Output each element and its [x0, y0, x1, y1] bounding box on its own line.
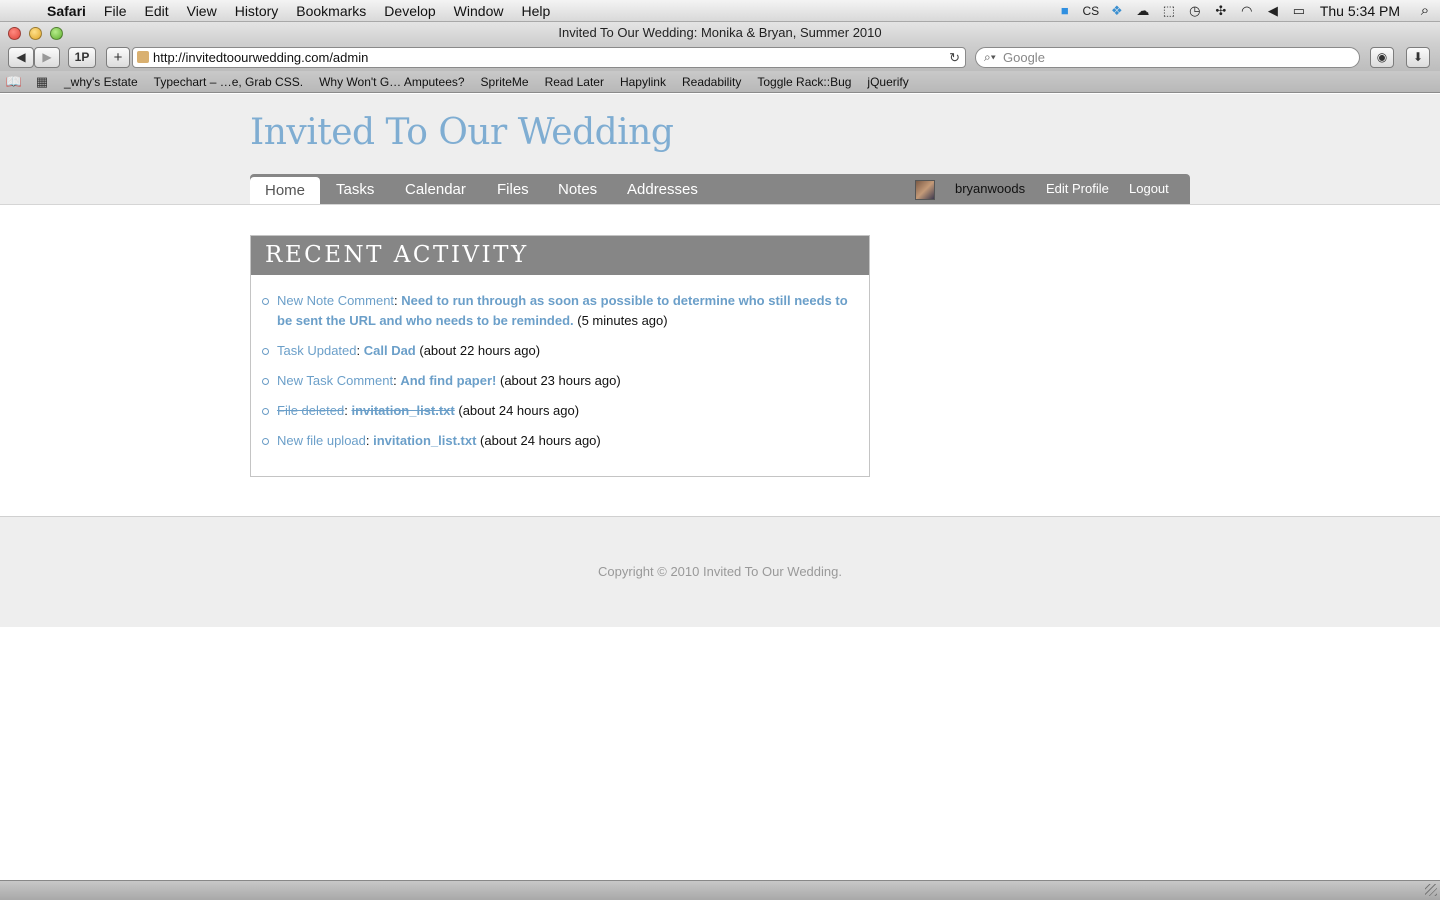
- edit-profile-link[interactable]: Edit Profile: [1046, 174, 1109, 204]
- tab-notes[interactable]: Notes: [543, 174, 612, 204]
- menu-app-safari[interactable]: Safari: [38, 3, 95, 19]
- activity-target-link[interactable]: invitation_list.txt: [373, 433, 476, 448]
- logout-link[interactable]: Logout: [1129, 174, 1169, 204]
- menu-file[interactable]: File: [95, 3, 136, 19]
- activity-target-link[interactable]: Call Dad: [364, 343, 416, 358]
- site-header: Invited To Our Wedding Home Tasks Calend…: [0, 94, 1440, 205]
- activity-list: New Note Comment: Need to run through as…: [251, 275, 869, 451]
- activity-type-link[interactable]: New Task Comment: [277, 373, 393, 388]
- bluetooth-icon[interactable]: ✣: [1208, 3, 1234, 19]
- menu-edit[interactable]: Edit: [135, 3, 177, 19]
- time-machine-icon[interactable]: ◷: [1182, 3, 1208, 19]
- window-titlebar: Invited To Our Wedding: Monika & Bryan, …: [0, 22, 1440, 44]
- search-icon: ⌕▾: [984, 50, 996, 64]
- bookmark-item[interactable]: jQuerify: [859, 75, 916, 89]
- tab-calendar[interactable]: Calendar: [390, 174, 481, 204]
- menu-help[interactable]: Help: [512, 3, 559, 19]
- resize-grip-icon[interactable]: [1425, 884, 1437, 896]
- onepassword-button[interactable]: 1P: [68, 47, 96, 68]
- volume-icon[interactable]: ◀: [1260, 3, 1286, 19]
- page-menu-icon[interactable]: ◉: [1370, 47, 1394, 68]
- browser-toolbar: ◀ ▶ 1P + http://invitedtoourwedding.com/…: [0, 44, 1440, 71]
- web-page: Invited To Our Wedding Home Tasks Calend…: [0, 94, 1440, 880]
- avatar[interactable]: [915, 180, 935, 200]
- activity-time: (about 24 hours ago): [458, 403, 580, 418]
- activity-time: (5 minutes ago): [577, 313, 668, 328]
- cs-icon[interactable]: CS: [1078, 4, 1104, 18]
- forward-button[interactable]: ▶: [34, 47, 60, 68]
- wifi-icon[interactable]: ◠: [1234, 3, 1260, 19]
- battery-icon[interactable]: ▭: [1286, 3, 1312, 19]
- screen-icon[interactable]: ⬚: [1156, 3, 1182, 19]
- top-sites-icon[interactable]: ▦: [28, 74, 56, 90]
- bookmark-item[interactable]: SpriteMe: [473, 75, 537, 89]
- main-nav: Home Tasks Calendar Files Notes Addresse…: [250, 174, 1190, 204]
- bookmark-item[interactable]: _why's Estate: [56, 75, 146, 89]
- zoom-window-button[interactable]: [50, 27, 63, 40]
- reload-icon[interactable]: ↻: [949, 48, 960, 67]
- recent-activity-heading: RECENT ACTIVITY: [251, 236, 869, 275]
- spotlight-search-icon[interactable]: ⌕: [1410, 2, 1440, 19]
- menu-clock[interactable]: Thu 5:34 PM: [1312, 3, 1410, 19]
- address-url: http://invitedtoourwedding.com/admin: [153, 50, 369, 65]
- list-item: File deleted: invitation_list.txt (about…: [262, 401, 849, 421]
- menu-history[interactable]: History: [226, 3, 288, 19]
- menu-bar: Safari File Edit View History Bookmarks …: [0, 0, 1440, 22]
- tab-tasks[interactable]: Tasks: [321, 174, 389, 204]
- activity-target-link[interactable]: And find paper!: [400, 373, 496, 388]
- recent-activity-panel: RECENT ACTIVITY New Note Comment: Need t…: [250, 235, 870, 477]
- window-title: Invited To Our Wedding: Monika & Bryan, …: [558, 25, 882, 40]
- close-window-button[interactable]: [8, 27, 21, 40]
- bookmark-item[interactable]: Read Later: [537, 75, 612, 89]
- tab-home[interactable]: Home: [250, 177, 321, 204]
- minimize-window-button[interactable]: [29, 27, 42, 40]
- list-item: New Task Comment: And find paper! (about…: [262, 371, 849, 391]
- dropbox-icon[interactable]: ❖: [1104, 3, 1130, 19]
- list-item: Task Updated: Call Dad (about 22 hours a…: [262, 341, 849, 361]
- menu-view[interactable]: View: [178, 3, 226, 19]
- reading-list-icon[interactable]: 📖: [0, 74, 28, 90]
- back-button[interactable]: ◀: [8, 47, 34, 68]
- add-bookmark-button[interactable]: +: [106, 47, 130, 68]
- search-placeholder: Google: [1003, 50, 1045, 65]
- address-bar[interactable]: http://invitedtoourwedding.com/admin ↻: [132, 47, 966, 68]
- favicon-icon: [137, 51, 149, 63]
- site-footer: Copyright © 2010 Invited To Our Wedding.: [0, 516, 1440, 627]
- activity-time: (about 23 hours ago): [499, 373, 621, 388]
- list-item: New Note Comment: Need to run through as…: [262, 291, 849, 331]
- bookmark-item[interactable]: Why Won't G… Amputees?: [311, 75, 472, 89]
- activity-target-link[interactable]: invitation_list.txt: [351, 403, 454, 418]
- bookmark-item[interactable]: Readability: [674, 75, 749, 89]
- list-item: New file upload: invitation_list.txt (ab…: [262, 431, 849, 451]
- bookmarks-bar: 📖 ▦ _why's Estate Typechart – …e, Grab C…: [0, 71, 1440, 93]
- bookmark-item[interactable]: Typechart – …e, Grab CSS.: [146, 75, 311, 89]
- tab-addresses[interactable]: Addresses: [612, 174, 713, 204]
- browser-status-bar: [0, 880, 1440, 900]
- bookmark-item[interactable]: Hapylink: [612, 75, 674, 89]
- app-status-icon[interactable]: ■: [1052, 3, 1078, 18]
- username-link[interactable]: bryanwoods: [955, 174, 1025, 204]
- menu-develop[interactable]: Develop: [375, 3, 444, 19]
- site-title[interactable]: Invited To Our Wedding: [250, 112, 674, 153]
- activity-type-link[interactable]: New Note Comment: [277, 293, 394, 308]
- menu-bookmarks[interactable]: Bookmarks: [287, 3, 375, 19]
- menu-window[interactable]: Window: [445, 3, 513, 19]
- tab-files[interactable]: Files: [482, 174, 544, 204]
- bookmark-item[interactable]: Toggle Rack::Bug: [749, 75, 859, 89]
- search-field[interactable]: ⌕▾ Google: [975, 47, 1360, 68]
- activity-type-link[interactable]: File deleted: [277, 403, 344, 418]
- downloads-icon[interactable]: ⬇: [1406, 47, 1430, 68]
- activity-type-link[interactable]: New file upload: [277, 433, 366, 448]
- activity-type-link[interactable]: Task Updated: [277, 343, 357, 358]
- activity-time: (about 24 hours ago): [480, 433, 601, 448]
- activity-time: (about 22 hours ago): [419, 343, 541, 358]
- copyright-text: Copyright © 2010 Invited To Our Wedding.: [598, 564, 842, 579]
- cloud-icon[interactable]: ☁: [1130, 3, 1156, 19]
